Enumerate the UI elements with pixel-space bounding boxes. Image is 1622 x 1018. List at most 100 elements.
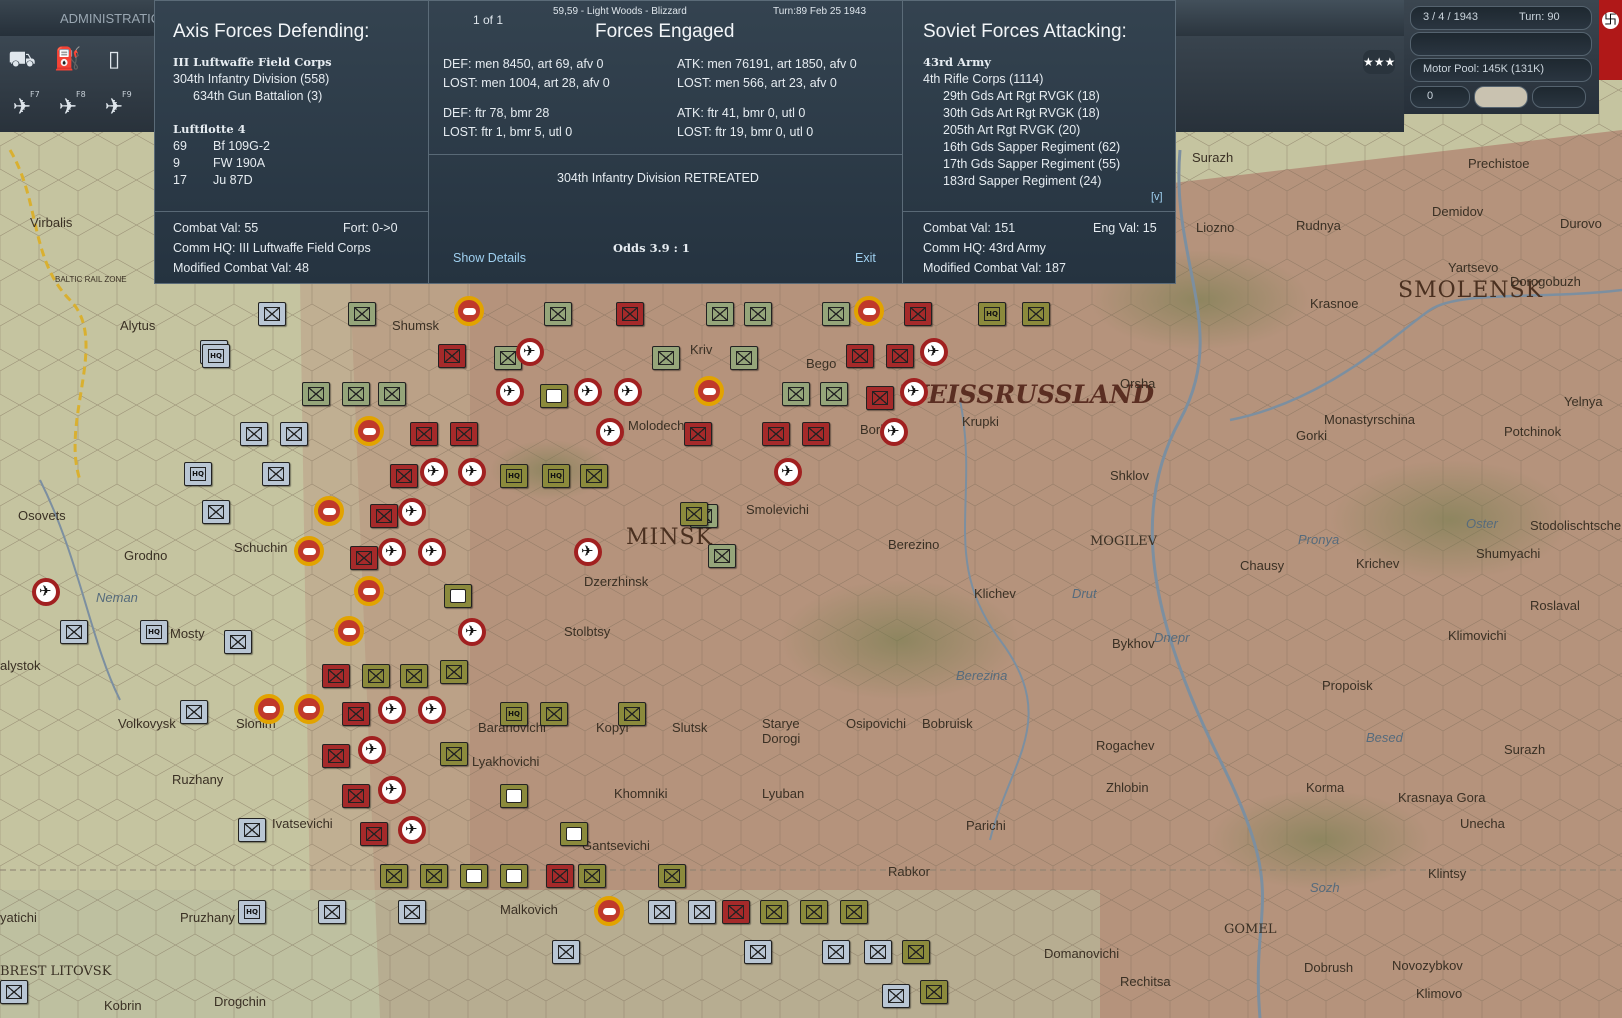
city-label[interactable]: Roslaval <box>1530 598 1580 613</box>
unit-counter[interactable] <box>342 784 370 808</box>
armor-unit-marker[interactable] <box>254 694 284 724</box>
show-details-link[interactable]: Show Details <box>453 251 526 265</box>
city-label[interactable]: Klichev <box>974 586 1016 601</box>
air-group-marker[interactable] <box>378 538 406 566</box>
city-label[interactable]: Propoisk <box>1322 678 1373 693</box>
city-label[interactable]: Zhlobin <box>1106 780 1149 795</box>
unit-counter[interactable] <box>800 900 828 924</box>
unit-counter[interactable] <box>744 302 772 326</box>
hq-counter[interactable] <box>202 344 230 368</box>
city-label[interactable]: Korma <box>1306 780 1344 795</box>
hq-counter[interactable] <box>542 464 570 488</box>
city-label[interactable]: Orsha <box>1120 376 1155 391</box>
city-label[interactable]: Gantsevichi <box>582 838 650 853</box>
air-group-marker[interactable] <box>574 538 602 566</box>
city-label[interactable]: Yelnya <box>1564 394 1603 409</box>
unit-counter[interactable] <box>920 980 948 1004</box>
city-label[interactable]: Dorogobuzh <box>1510 274 1581 289</box>
unit-counter[interactable] <box>258 302 286 326</box>
air-group-marker[interactable] <box>516 338 544 366</box>
unit-counter[interactable] <box>440 742 468 766</box>
unit-counter[interactable] <box>202 500 230 524</box>
unit-counter[interactable] <box>886 344 914 368</box>
city-label[interactable]: Bobruisk <box>922 716 973 731</box>
city-label[interactable]: Kobrin <box>104 998 142 1013</box>
unit-counter[interactable] <box>262 462 290 486</box>
air-group-marker[interactable] <box>378 696 406 724</box>
city-label[interactable]: GOMEL <box>1224 922 1276 937</box>
hq-counter[interactable] <box>238 900 266 924</box>
city-label[interactable]: Pruzhany <box>180 910 235 925</box>
unit-counter[interactable] <box>722 900 750 924</box>
city-label[interactable]: Krasnoe <box>1310 296 1358 311</box>
unit-counter[interactable] <box>60 620 88 644</box>
unit-counter[interactable] <box>280 422 308 446</box>
city-label[interactable]: Drogchin <box>214 994 266 1009</box>
supply-icon[interactable]: ▯ <box>96 42 132 78</box>
rank-stars-icon[interactable]: ★★★ <box>1363 50 1395 74</box>
unit-counter[interactable] <box>616 302 644 326</box>
city-label[interactable]: Smolevichi <box>746 502 809 517</box>
unit-counter[interactable] <box>342 382 370 406</box>
unit-counter[interactable] <box>618 702 646 726</box>
unit-counter[interactable] <box>420 864 448 888</box>
hq-counter[interactable] <box>500 464 528 488</box>
unit-counter[interactable] <box>240 422 268 446</box>
city-label[interactable]: Unecha <box>1460 816 1505 831</box>
city-label[interactable]: Novozybkov <box>1392 958 1463 973</box>
unit-counter[interactable] <box>904 302 932 326</box>
city-label[interactable]: yatichi <box>0 910 37 925</box>
unit-counter[interactable] <box>360 822 388 846</box>
city-label[interactable]: Ivatsevichi <box>272 816 333 831</box>
unit-counter[interactable] <box>380 864 408 888</box>
city-label[interactable]: Rudnya <box>1296 218 1341 233</box>
city-label[interactable]: Potchinok <box>1504 424 1561 439</box>
hq-counter[interactable] <box>500 702 528 726</box>
city-label[interactable]: Shumsk <box>392 318 439 333</box>
hq-counter[interactable] <box>978 302 1006 326</box>
city-label[interactable]: BREST LITOVSK <box>0 964 111 979</box>
exit-button[interactable]: Exit <box>855 251 876 265</box>
unit-counter[interactable] <box>580 464 608 488</box>
unit-counter[interactable] <box>684 422 712 446</box>
armor-unit-marker[interactable] <box>314 496 344 526</box>
air-group-marker[interactable] <box>398 498 426 526</box>
city-label[interactable]: Klimovichi <box>1448 628 1507 643</box>
unit-counter[interactable] <box>840 900 868 924</box>
unit-counter[interactable] <box>322 664 350 688</box>
city-label[interactable]: Slutsk <box>672 720 707 735</box>
city-label[interactable]: Monastyrschina <box>1324 412 1415 427</box>
unit-counter[interactable] <box>180 700 208 724</box>
air-group-marker[interactable] <box>920 338 948 366</box>
city-label[interactable]: Osipovichi <box>846 716 906 731</box>
unit-counter[interactable] <box>438 344 466 368</box>
city-label[interactable]: alystok <box>0 658 40 673</box>
unit-counter[interactable] <box>410 422 438 446</box>
air-group-marker[interactable] <box>880 418 908 446</box>
city-label[interactable]: Lyakhovichi <box>472 754 539 769</box>
city-label[interactable]: Krichev <box>1356 556 1399 571</box>
city-label[interactable]: Bykhov <box>1112 636 1155 651</box>
unit-counter[interactable] <box>302 382 330 406</box>
unit-counter[interactable] <box>544 302 572 326</box>
unit-counter[interactable] <box>822 302 850 326</box>
city-label[interactable]: Rabkor <box>888 864 930 879</box>
unit-counter[interactable] <box>708 544 736 568</box>
city-label[interactable]: Dzerzhinsk <box>584 574 648 589</box>
city-label[interactable]: Rechitsa <box>1120 974 1171 989</box>
unit-counter[interactable] <box>342 702 370 726</box>
unit-counter[interactable] <box>224 630 252 654</box>
air-group-marker[interactable] <box>420 458 448 486</box>
unit-counter[interactable] <box>820 382 848 406</box>
city-label[interactable]: Yartsevo <box>1448 260 1498 275</box>
unit-counter[interactable] <box>648 900 676 924</box>
unit-counter[interactable] <box>322 744 350 768</box>
unit-counter[interactable] <box>370 504 398 528</box>
city-label[interactable]: Prechistoe <box>1468 156 1529 171</box>
city-label[interactable]: Chausy <box>1240 558 1284 573</box>
city-label[interactable]: Stodolischtsche <box>1530 518 1621 533</box>
hq-counter[interactable] <box>184 462 212 486</box>
city-label[interactable]: Surazh <box>1192 150 1233 165</box>
unit-counter[interactable] <box>802 422 830 446</box>
unit-counter[interactable] <box>760 900 788 924</box>
